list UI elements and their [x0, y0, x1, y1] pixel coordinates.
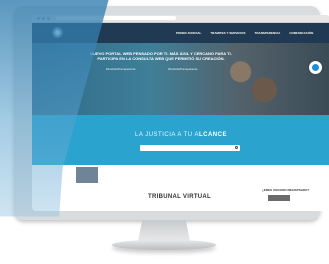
- search-input[interactable]: [140, 145, 240, 151]
- nav-item-comunicacion[interactable]: COMUNICACIÓN: [289, 31, 313, 35]
- search-band: LA JUSTICIA A TU ALCANCE: [32, 115, 329, 165]
- register-button[interactable]: [268, 195, 290, 201]
- thumbnail-image[interactable]: [76, 167, 98, 183]
- lower-section: TRIBUNAL VIRTUAL ¿ERES USUARIO REGISTRAD…: [32, 165, 329, 211]
- nav-item-tramites[interactable]: TRAMITES Y SERVICIOS: [210, 31, 245, 35]
- logo-seal-icon[interactable]: [52, 27, 63, 38]
- band-title: LA JUSTICIA A TU ALCANCE: [32, 132, 329, 138]
- band-title-prefix: LA JUSTICIA A TU A: [135, 132, 199, 138]
- browser-bar: [32, 15, 329, 23]
- screen: PODER JUDICIAL TRAMITES Y SERVICIOS TRAN…: [32, 15, 329, 211]
- monitor-stand-base: [112, 240, 216, 250]
- hero-hashtag: #JusticiaTransparente: [106, 67, 136, 71]
- site-header: PODER JUDICIAL TRAMITES Y SERVICIOS TRAN…: [32, 23, 329, 43]
- search-icon[interactable]: [235, 146, 238, 149]
- main-nav: PODER JUDICIAL TRAMITES Y SERVICIOS TRAN…: [176, 31, 313, 35]
- band-title-highlight: LCANCE: [198, 132, 227, 138]
- chat-icon[interactable]: [309, 61, 322, 74]
- hero-banner[interactable]: NUEVO PORTAL WEB PENSADO POR TI. MÁS ÁGI…: [32, 43, 329, 115]
- hero-title: NUEVO PORTAL WEB PENSADO POR TI. MÁS ÁGI…: [90, 51, 232, 61]
- address-bar[interactable]: [56, 16, 176, 20]
- window-controls: [37, 17, 50, 20]
- nav-item-transparencia[interactable]: TRANSPARENCIA: [255, 31, 281, 35]
- monitor-stand-neck: [138, 220, 190, 242]
- register-question: ¿ERES USUARIO REGISTRADO?: [262, 188, 310, 192]
- tribunal-virtual-title: TRIBUNAL VIRTUAL: [148, 194, 212, 200]
- nav-item-poder-judicial[interactable]: PODER JUDICIAL: [176, 31, 201, 35]
- hero-hashtag-secondary: #JusticiaTransparente: [168, 67, 198, 71]
- monitor: PODER JUDICIAL TRAMITES Y SERVICIOS TRAN…: [14, 6, 329, 220]
